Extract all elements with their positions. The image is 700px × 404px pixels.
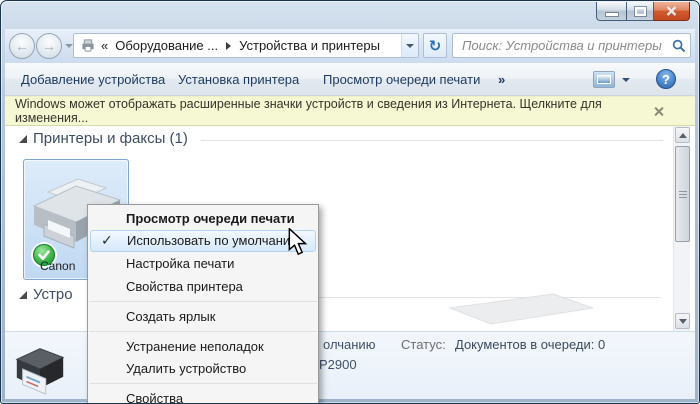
chevron-down-icon: [406, 44, 414, 48]
breadcrumb-item-current[interactable]: Устройства и принтеры: [239, 38, 380, 53]
infobar-close-icon[interactable]: [654, 107, 663, 116]
minimize-icon: [606, 13, 618, 16]
caption-buttons: [596, 2, 690, 21]
menu-item-create-shortcut[interactable]: Создать ярлык: [88, 305, 318, 328]
minimize-button[interactable]: [596, 2, 626, 21]
menu-separator: [89, 331, 317, 332]
menu-item-label: Свойства: [126, 391, 183, 404]
search-icon: [672, 39, 686, 53]
close-button[interactable]: [654, 2, 690, 21]
recent-pages-dropdown[interactable]: [65, 44, 73, 48]
back-button[interactable]: ←: [9, 33, 35, 59]
menu-item-label: Свойства принтера: [126, 279, 243, 294]
menu-item-troubleshoot[interactable]: Устранение неполадок: [88, 335, 318, 358]
menu-item-properties[interactable]: Свойства: [88, 387, 318, 404]
views-dropdown-chevron-icon[interactable]: [622, 78, 630, 82]
status-value: Документов в очереди: 0: [455, 337, 605, 352]
toolbar-add-printer[interactable]: Установка принтера: [178, 72, 299, 87]
help-button[interactable]: ?: [656, 69, 676, 89]
maximize-button[interactable]: [626, 2, 654, 21]
infobar-message: Windows может отображать расширенные зна…: [15, 97, 654, 125]
navigation-bar: ← → « Оборудование ... Устройства и прин…: [5, 29, 695, 63]
breadcrumb[interactable]: « Оборудование ... Устройства и принтеры: [73, 33, 419, 58]
address-dropdown-button[interactable]: [401, 34, 418, 57]
back-icon: ←: [15, 39, 29, 53]
breadcrumb-item-hardware[interactable]: Оборудование ...: [115, 38, 218, 53]
breadcrumb-separator-icon: [226, 42, 231, 50]
detail-default-fragment: олчанию: [323, 337, 375, 352]
scroll-up-icon: [679, 133, 687, 138]
printer-details-icon: [11, 338, 69, 400]
cursor-icon: [288, 228, 308, 261]
menu-item-label: Просмотр очереди печати: [126, 211, 295, 226]
menu-item-set-as-default[interactable]: ✓ Использовать по умолчанию: [90, 230, 316, 252]
printer-context-menu: Просмотр очереди печати ✓ Использовать п…: [87, 204, 319, 404]
checkmark-icon: ✓: [101, 231, 113, 251]
close-icon: [666, 6, 677, 16]
status-label: Статус:: [401, 337, 446, 352]
refresh-button[interactable]: ↻: [423, 33, 447, 58]
menu-item-label: Удалить устройство: [126, 361, 246, 376]
printer-icon: [80, 38, 96, 53]
breadcrumb-overflow-chevron[interactable]: «: [101, 38, 108, 53]
search-input[interactable]: [460, 37, 672, 54]
scrollbar-thumb[interactable]: [675, 146, 690, 242]
menu-item-label: Настройка печати: [126, 256, 234, 271]
vertical-scrollbar[interactable]: [673, 126, 690, 331]
views-button[interactable]: [593, 71, 615, 88]
menu-item-label: Создать ярлык: [126, 309, 215, 324]
menu-item-remove-device[interactable]: Удалить устройство: [88, 358, 318, 380]
menu-item-printer-properties[interactable]: Свойства принтера: [88, 275, 318, 298]
scroll-down-button[interactable]: [675, 313, 690, 329]
views-icon: [597, 75, 611, 84]
forward-button[interactable]: →: [36, 33, 62, 59]
infobar[interactable]: Windows может отображать расширенные зна…: [5, 96, 695, 126]
forward-icon: →: [42, 39, 56, 53]
scroll-down-icon: [679, 319, 687, 324]
scroll-up-button[interactable]: [675, 127, 690, 143]
toolbar-overflow-chevron[interactable]: »: [498, 72, 505, 87]
maximize-icon: [635, 7, 646, 16]
command-toolbar: Добавление устройства Установка принтера…: [5, 63, 695, 96]
devices-and-printers-window: ← → « Оборудование ... Устройства и прин…: [0, 0, 700, 404]
menu-item-printing-preferences[interactable]: Настройка печати: [88, 252, 318, 275]
search-box[interactable]: [452, 33, 691, 58]
detail-model-fragment: P2900: [319, 357, 357, 372]
refresh-icon: ↻: [429, 37, 442, 55]
toolbar-add-device[interactable]: Добавление устройства: [21, 72, 165, 87]
menu-separator: [89, 383, 317, 384]
menu-item-label: Использовать по умолчанию: [127, 233, 300, 248]
help-icon: ?: [662, 72, 670, 87]
toolbar-view-print-queue[interactable]: Просмотр очереди печати: [323, 72, 480, 87]
menu-item-label: Устранение неполадок: [126, 339, 264, 354]
menu-item-open-print-queue[interactable]: Просмотр очереди печати: [88, 207, 318, 230]
menu-separator: [89, 301, 317, 302]
